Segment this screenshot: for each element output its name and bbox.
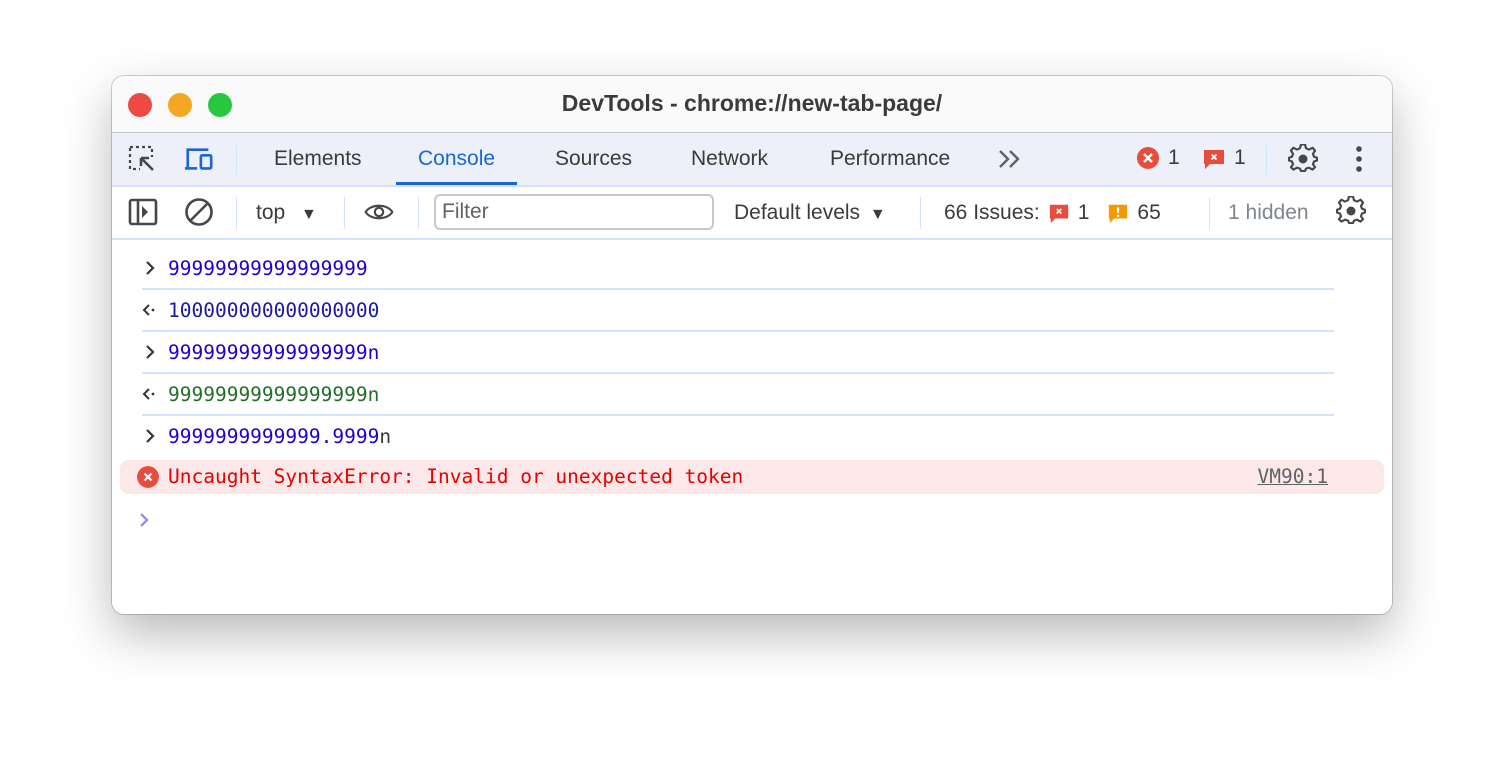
input-chevron-icon: [146, 261, 155, 275]
error-count-badge[interactable]: 1: [1136, 146, 1180, 170]
log-levels-value: Default levels: [734, 201, 861, 224]
console-input-row: 9999999999999.9999n: [112, 416, 1392, 458]
console-input-row: 99999999999999999n: [112, 332, 1392, 374]
gear-icon: [1336, 196, 1366, 225]
dropdown-triangle-icon: ▼: [301, 206, 317, 223]
separator: [236, 197, 237, 229]
sidebar-toggle-icon: [128, 198, 158, 226]
separator: [1266, 145, 1267, 175]
clear-console-icon: [185, 198, 213, 226]
separator: [418, 197, 419, 229]
tab-elements[interactable]: Elements: [252, 133, 384, 185]
separator: [344, 197, 345, 229]
input-chevron-icon: [146, 429, 155, 443]
separator: [920, 197, 921, 229]
devtools-window: DevTools - chrome://new-tab-page/ Elemen…: [112, 76, 1392, 614]
issue-error-icon: [1204, 150, 1224, 169]
separator: [236, 145, 237, 175]
filter-input[interactable]: [434, 194, 714, 230]
device-toolbar-button[interactable]: [184, 145, 214, 173]
console-text: 99999999999999999n: [168, 383, 380, 406]
issues-error-count: 1: [1077, 201, 1090, 224]
separator: [1209, 197, 1210, 229]
console-text: 9999999999999.9999n: [168, 425, 392, 448]
vertical-dots-icon: [1356, 146, 1362, 172]
inspect-element-button[interactable]: [128, 145, 158, 173]
title-bar: DevTools - chrome://new-tab-page/: [112, 76, 1392, 133]
result-arrow-icon: [142, 388, 155, 400]
console-input-row: 99999999999999999: [112, 248, 1392, 290]
tab-network[interactable]: Network: [669, 133, 790, 185]
tab-console[interactable]: Console: [396, 133, 518, 185]
result-arrow-icon: [142, 304, 155, 316]
window-title: DevTools - chrome://new-tab-page/: [561, 90, 943, 116]
console-output-row: 100000000000000000: [112, 290, 1392, 332]
issues-label: 66 Issues:: [944, 201, 1040, 224]
double-chevron-right-icon: [999, 150, 1020, 168]
console-text: 100000000000000000: [168, 299, 380, 322]
issues-count-badge[interactable]: 1: [1202, 146, 1246, 170]
issues-warning-count: 65: [1137, 201, 1161, 224]
live-expression-button[interactable]: [364, 198, 394, 226]
console-output: 99999999999999999 100000000000000000 999…: [112, 240, 1392, 614]
clear-console-button[interactable]: [184, 198, 214, 226]
tab-sources[interactable]: Sources: [533, 133, 654, 185]
input-chevron-icon: [146, 345, 155, 359]
more-tabs-button[interactable]: [996, 145, 1026, 173]
console-error-row: Uncaught SyntaxError: Invalid or unexpec…: [120, 460, 1384, 494]
console-output-row: 99999999999999999n: [112, 374, 1392, 416]
error-circle-icon: [1137, 147, 1159, 169]
error-source-link[interactable]: VM90:1: [1258, 460, 1328, 494]
tab-performance[interactable]: Performance: [808, 133, 972, 185]
settings-button[interactable]: [1288, 144, 1318, 173]
toggle-sidebar-button[interactable]: [128, 198, 158, 226]
main-tab-bar: Elements Console Sources Network Perform…: [112, 133, 1392, 187]
inspect-element-icon: [128, 145, 156, 171]
error-circle-icon: [137, 466, 159, 488]
issues-summary[interactable]: 66 Issues: 1 65: [944, 187, 1161, 238]
device-mode-icon: [184, 148, 213, 170]
more-options-button[interactable]: [1344, 145, 1374, 173]
issue-warning-icon: [1109, 204, 1128, 223]
console-prompt-icon[interactable]: [134, 510, 154, 530]
dropdown-triangle-icon: ▼: [869, 206, 886, 223]
issue-error-icon: [1049, 204, 1068, 223]
console-text: 99999999999999999: [168, 257, 368, 280]
log-levels-dropdown[interactable]: Default levels ▼: [734, 187, 886, 238]
context-value: top: [256, 201, 286, 224]
gear-icon: [1288, 144, 1318, 173]
eye-icon: [364, 204, 394, 220]
console-text: 99999999999999999n: [168, 341, 380, 364]
issues-count: 1: [1234, 146, 1246, 169]
hidden-count: 1 hidden: [1228, 201, 1309, 224]
context-selector[interactable]: top ▼: [256, 187, 317, 238]
error-count: 1: [1168, 146, 1180, 169]
error-message: Uncaught SyntaxError: Invalid or unexpec…: [168, 465, 744, 488]
console-toolbar: top ▼ Default levels ▼ 66 Issues: 1 65 1…: [112, 187, 1392, 240]
console-settings-button[interactable]: [1336, 196, 1366, 225]
